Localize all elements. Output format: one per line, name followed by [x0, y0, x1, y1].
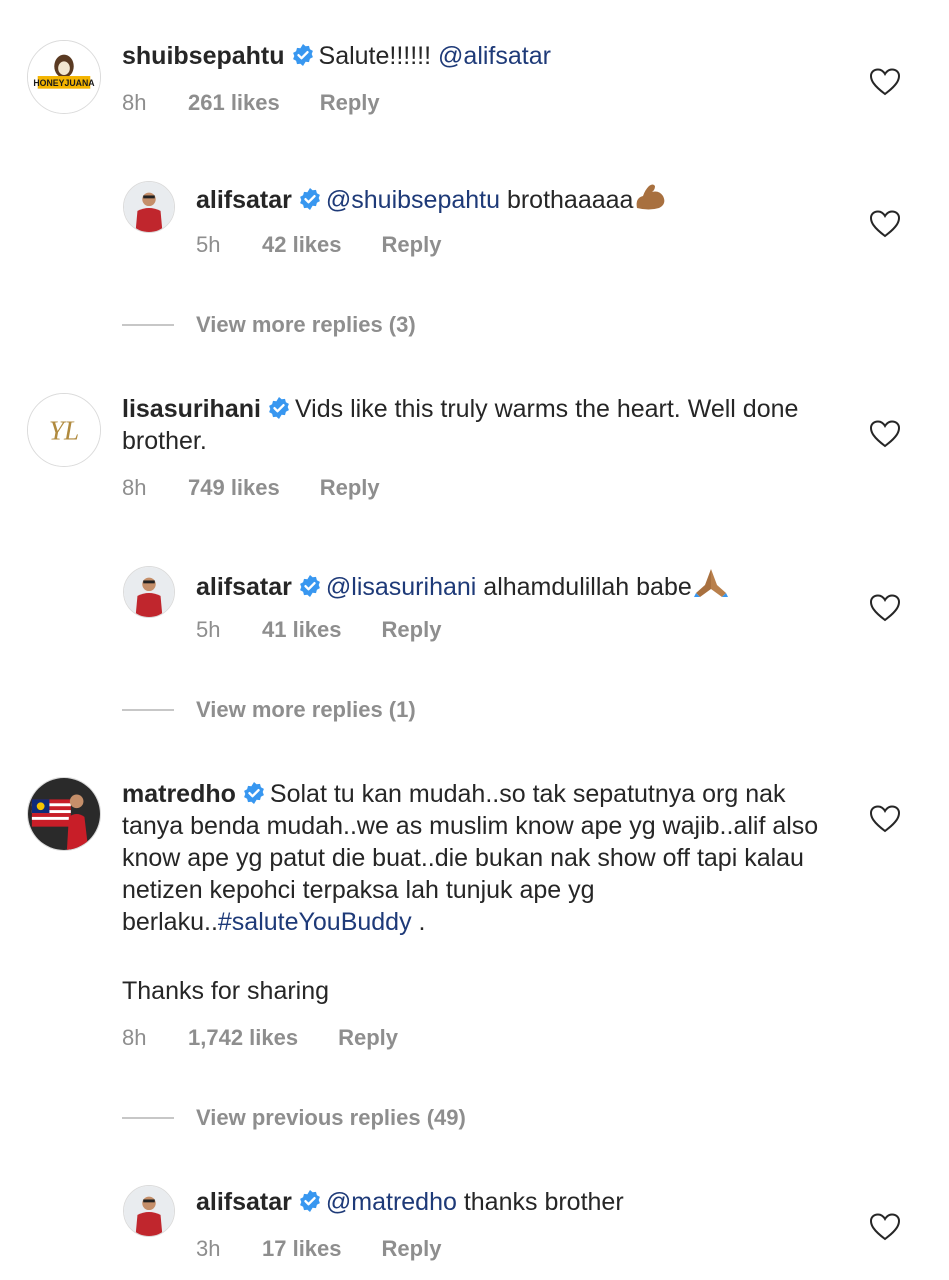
comment-body: Salute!!!!!!: [318, 42, 439, 70]
reply-button[interactable]: Reply: [382, 1236, 442, 1262]
profile-photo-icon: [124, 182, 174, 232]
comment-body-end: .: [411, 908, 426, 936]
comment-meta: 8h 261 likes Reply: [122, 90, 380, 116]
likes-count[interactable]: 17 likes: [262, 1236, 342, 1262]
likes-count[interactable]: 261 likes: [188, 90, 280, 116]
timestamp: 5h: [196, 617, 221, 642]
avatar[interactable]: [123, 566, 175, 618]
reply-button[interactable]: Reply: [382, 617, 442, 643]
comment-text: shuibsepahtu Salute!!!!!! @alifsatar: [122, 40, 842, 72]
comment-text: lisasurihani Vids like this truly warms t…: [122, 393, 842, 457]
username[interactable]: alifsatar: [196, 186, 292, 214]
verified-badge-icon: [299, 188, 320, 210]
reply-button[interactable]: Reply: [320, 475, 380, 501]
username[interactable]: matredho: [122, 780, 236, 808]
likes-count[interactable]: 749 likes: [188, 475, 280, 501]
svg-text:HONEYJUANA: HONEYJUANA: [33, 78, 95, 88]
comment-body: alhamdulillah babe: [476, 573, 692, 601]
comment-text: alifsatar @shuibsepahtu brothaaaaa: [196, 182, 836, 216]
heart-icon[interactable]: [870, 805, 900, 833]
yl-monogram-logo-icon: YL: [28, 394, 100, 466]
username[interactable]: lisasurihani: [122, 395, 261, 423]
verified-badge-icon: [299, 1190, 320, 1212]
timestamp: 8h: [122, 90, 147, 115]
verified-badge-icon: [292, 44, 313, 66]
heart-icon[interactable]: [870, 594, 900, 622]
folded-hands-emoji: [693, 569, 728, 597]
divider: [122, 324, 174, 326]
avatar[interactable]: [123, 1185, 175, 1237]
likes-count[interactable]: 1,742 likes: [188, 1025, 298, 1051]
profile-photo-icon: [124, 567, 174, 617]
comment-text: matredho Solat tu kan mudah..so tak sepat…: [122, 778, 822, 938]
profile-photo-icon: [124, 1186, 174, 1236]
view-more-label: View more replies (3): [196, 312, 416, 337]
timestamp: 8h: [122, 475, 147, 500]
avatar[interactable]: [123, 181, 175, 233]
comment-meta: 5h 41 likes Reply: [196, 617, 441, 643]
timestamp: 5h: [196, 232, 221, 257]
timestamp: 3h: [196, 1236, 221, 1261]
mention-link[interactable]: @matredho: [326, 1188, 457, 1216]
mention-link[interactable]: @lisasurihani: [326, 573, 476, 601]
flexed-biceps-emoji: [637, 184, 665, 210]
avatar[interactable]: HONEYJUANA: [27, 40, 101, 114]
view-more-replies-button[interactable]: View more replies (3): [122, 312, 416, 338]
verified-badge-icon: [299, 575, 320, 597]
mention-link[interactable]: @alifsatar: [438, 42, 551, 70]
svg-text:YL: YL: [49, 416, 79, 446]
reply-button[interactable]: Reply: [382, 232, 442, 258]
heart-icon[interactable]: [870, 210, 900, 238]
timestamp: 8h: [122, 1025, 147, 1050]
view-more-replies-button[interactable]: View more replies (1): [122, 697, 416, 723]
heart-icon[interactable]: [870, 1213, 900, 1241]
view-more-label: View previous replies (49): [196, 1105, 466, 1130]
avatar[interactable]: YL: [27, 393, 101, 467]
verified-badge-icon: [244, 782, 264, 804]
avatar[interactable]: [27, 777, 101, 851]
profile-photo-icon: [28, 778, 100, 850]
comment-text-line2: Thanks for sharing: [122, 977, 330, 1005]
comment-meta: 3h 17 likes Reply: [196, 1236, 441, 1262]
comment-body: thanks brother: [456, 1188, 624, 1216]
honeyjuana-logo-icon: HONEYJUANA: [28, 41, 100, 113]
comment-meta: 5h 42 likes Reply: [196, 232, 441, 258]
username[interactable]: shuibsepahtu: [122, 42, 285, 70]
heart-icon[interactable]: [870, 68, 900, 96]
mention-link[interactable]: @shuibsepahtu: [326, 186, 500, 214]
comment-text: alifsatar @lisasurihani alhamdulillah bab…: [196, 567, 836, 603]
username[interactable]: alifsatar: [196, 1188, 292, 1216]
comment-meta: 8h 749 likes Reply: [122, 475, 380, 501]
reply-button[interactable]: Reply: [338, 1025, 398, 1051]
likes-count[interactable]: 42 likes: [262, 232, 342, 258]
verified-badge-icon: [269, 397, 289, 419]
hashtag-link[interactable]: #saluteYouBuddy: [218, 908, 412, 936]
comment-body: brothaaaaa: [500, 186, 634, 214]
divider: [122, 709, 174, 711]
username[interactable]: alifsatar: [196, 573, 292, 601]
comment-meta: 8h 1,742 likes Reply: [122, 1025, 398, 1051]
comment-text: alifsatar @matredho thanks brother: [196, 1186, 836, 1218]
view-more-label: View more replies (1): [196, 697, 416, 722]
likes-count[interactable]: 41 likes: [262, 617, 342, 643]
view-previous-replies-button[interactable]: View previous replies (49): [122, 1105, 466, 1131]
reply-button[interactable]: Reply: [320, 90, 380, 116]
heart-icon[interactable]: [870, 420, 900, 448]
divider: [122, 1117, 174, 1119]
